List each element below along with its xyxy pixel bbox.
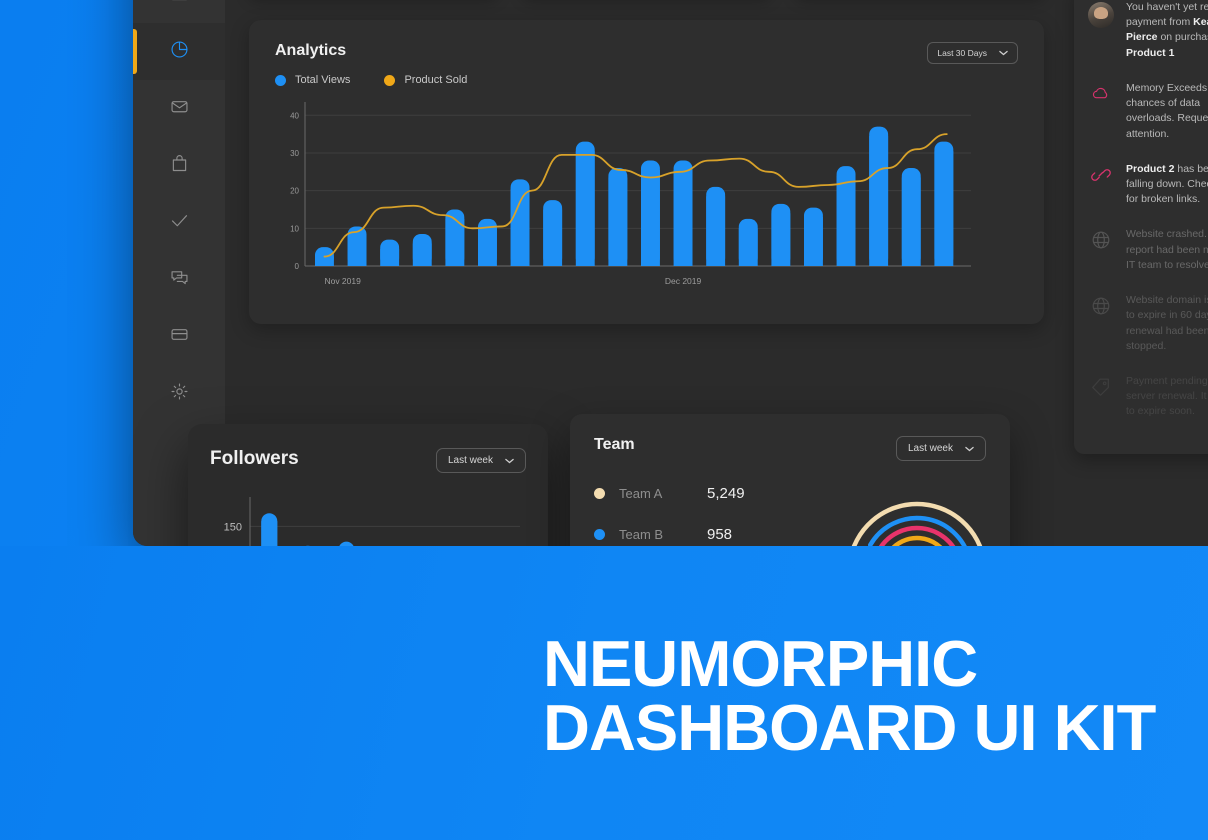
broken-link-icon (1088, 162, 1114, 208)
chevron-down-icon (965, 446, 974, 451)
dropdown-label: Last week (907, 443, 953, 454)
sidebar-item-mail[interactable] (133, 80, 225, 137)
followers-title: Followers (210, 448, 299, 469)
notification-text: Payment pending for server renewal. It i… (1126, 374, 1208, 418)
dropdown-label: Last 30 Days (937, 48, 987, 58)
sidebar-item-analytics[interactable] (133, 23, 225, 80)
team-color-dot (594, 488, 605, 499)
home-icon (169, 0, 190, 8)
svg-text:150: 150 (224, 521, 242, 533)
sidebar-item-settings[interactable] (133, 365, 225, 422)
svg-text:40: 40 (290, 111, 299, 120)
legend-dot (275, 74, 286, 86)
avatar (1088, 0, 1114, 61)
cloud-icon (1088, 81, 1114, 142)
hero-line-1: NEUMORPHIC (543, 627, 978, 700)
gear-icon (169, 381, 190, 407)
team-value: 958 (707, 526, 733, 543)
svg-text:Nov 2019: Nov 2019 (324, 276, 361, 286)
team-title: Team (594, 436, 635, 453)
notification-item[interactable]: Website crashed. Error report had been m… (1088, 227, 1208, 273)
chart-legend: Total Views Product Sold (275, 74, 467, 86)
svg-text:20: 20 (290, 187, 299, 196)
notification-item[interactable]: Website domain is about to expire in 60 … (1088, 293, 1208, 354)
bag-icon (169, 153, 190, 179)
chat-icon (169, 267, 190, 293)
analytics-range-dropdown[interactable]: Last 30 Days (927, 42, 1018, 64)
page-title: Analytics (275, 42, 347, 59)
team-value: 5,249 (707, 485, 745, 502)
chevron-down-icon (505, 458, 514, 463)
team-color-dot (594, 529, 605, 540)
legend-label: Product Sold (404, 74, 468, 86)
analytics-chart: 010203040Nov 2019Dec 2019Today (275, 96, 1018, 306)
mail-icon (169, 96, 190, 122)
notification-item[interactable]: Payment pending for server renewal. It i… (1088, 374, 1208, 420)
notification-item[interactable]: You haven't yet received payment from Ke… (1088, 0, 1208, 61)
sidebar-item-messages[interactable] (133, 251, 225, 308)
notification-text: Memory Exceeds 70% chances of data overl… (1126, 81, 1208, 140)
team-range-dropdown[interactable]: Last week (895, 436, 986, 461)
notification-item[interactable]: Memory Exceeds 70% chances of data overl… (1088, 81, 1208, 142)
dropdown-label: Last week (447, 455, 493, 466)
legend-item-product-sold: Product Sold (384, 74, 467, 86)
globe-icon (1088, 293, 1114, 354)
notification-list: You haven't yet received payment from Ke… (1074, 0, 1208, 454)
hero-line-2: DASHBOARD UI KIT (543, 690, 1156, 764)
sidebar-item-tasks[interactable] (133, 194, 225, 251)
team-name: Team A (619, 486, 663, 501)
svg-text:10: 10 (290, 224, 299, 233)
notification-text: You haven't yet received payment from Ke… (1126, 1, 1208, 59)
hero-title: NEUMORPHIC DASHBOARD UI KIT (543, 627, 1203, 764)
legend-label: Total Views (295, 74, 351, 86)
legend-item-total-views: Total Views (275, 74, 350, 86)
notification-item[interactable]: Product 2 has been falling down. Check U… (1088, 162, 1208, 208)
svg-text:0: 0 (295, 262, 300, 271)
team-name: Team B (619, 527, 664, 542)
sidebar-item-billing[interactable] (133, 308, 225, 365)
check-icon (169, 210, 190, 236)
tag-icon (1088, 374, 1114, 420)
svg-text:Dec 2019: Dec 2019 (665, 276, 702, 286)
pie-chart-icon (169, 39, 190, 65)
avatar (1088, 2, 1114, 28)
sidebar-item-home[interactable] (133, 0, 225, 23)
notification-text: Website domain is about to expire in 60 … (1126, 294, 1208, 352)
card-icon (169, 324, 190, 350)
svg-text:30: 30 (290, 149, 299, 158)
notification-rail: You haven't yet received payment from Ke… (1068, 0, 1208, 546)
chevron-down-icon (999, 50, 1008, 56)
legend-dot (384, 74, 396, 86)
followers-range-dropdown[interactable]: Last week (435, 448, 526, 473)
notification-text: Website crashed. Error report had been m… (1126, 228, 1208, 271)
analytics-panel: Analytics Total Views Product Sold Last (249, 20, 1044, 324)
notification-text: Product 2 has been falling down. Check U… (1126, 162, 1208, 206)
globe-icon (1088, 227, 1114, 273)
sidebar-item-shop[interactable] (133, 137, 225, 194)
